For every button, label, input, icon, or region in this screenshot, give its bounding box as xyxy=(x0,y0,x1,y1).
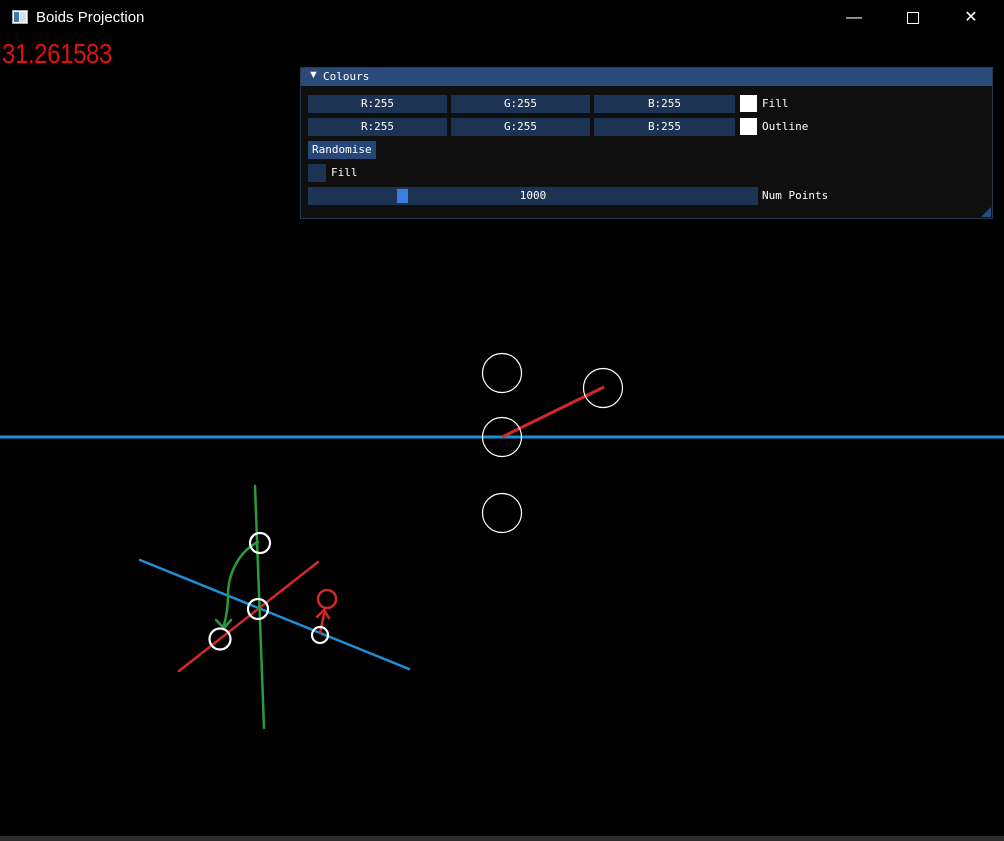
colours-panel: ▼ Colours R:255 G:255 B:255 Fill R:255 G… xyxy=(300,67,993,219)
num-points-label: Num Points xyxy=(762,189,829,202)
outline-blue-field[interactable]: B:255 xyxy=(594,118,735,136)
sketch-red-axis xyxy=(177,560,320,673)
sketch-red-arrow xyxy=(318,612,326,635)
sketch-diagram xyxy=(138,484,411,730)
fill-color-label: Fill xyxy=(762,97,789,110)
outline-red-field[interactable]: R:255 xyxy=(308,118,447,136)
outline-color-swatch[interactable] xyxy=(740,118,757,135)
panel-resize-grip[interactable] xyxy=(981,207,991,217)
window-bottom-edge xyxy=(0,836,1004,841)
sketch-blue-axis xyxy=(138,558,411,671)
fill-red-field[interactable]: R:255 xyxy=(308,95,447,113)
num-points-value: 1000 xyxy=(519,189,547,202)
panel-title: Colours xyxy=(323,70,370,83)
sketch-circle-top xyxy=(248,531,272,555)
boid-circle-bottom xyxy=(481,492,523,534)
direction-line xyxy=(501,385,605,439)
fill-checkbox[interactable] xyxy=(308,164,326,182)
boid-circle-top xyxy=(481,352,523,394)
outline-green-field[interactable]: G:255 xyxy=(451,118,590,136)
fill-checkbox-label: Fill xyxy=(331,166,358,179)
randomise-button[interactable]: Randomise xyxy=(308,141,376,159)
fill-green-field[interactable]: G:255 xyxy=(451,95,590,113)
num-points-slider[interactable]: 1000 xyxy=(308,187,758,205)
sketch-red-circle xyxy=(316,588,338,610)
fill-color-swatch[interactable] xyxy=(740,95,757,112)
fill-blue-field[interactable]: B:255 xyxy=(594,95,735,113)
outline-color-label: Outline xyxy=(762,120,809,133)
colours-panel-header[interactable]: ▼ Colours xyxy=(301,68,992,86)
collapse-arrow-icon[interactable]: ▼ xyxy=(308,69,319,81)
